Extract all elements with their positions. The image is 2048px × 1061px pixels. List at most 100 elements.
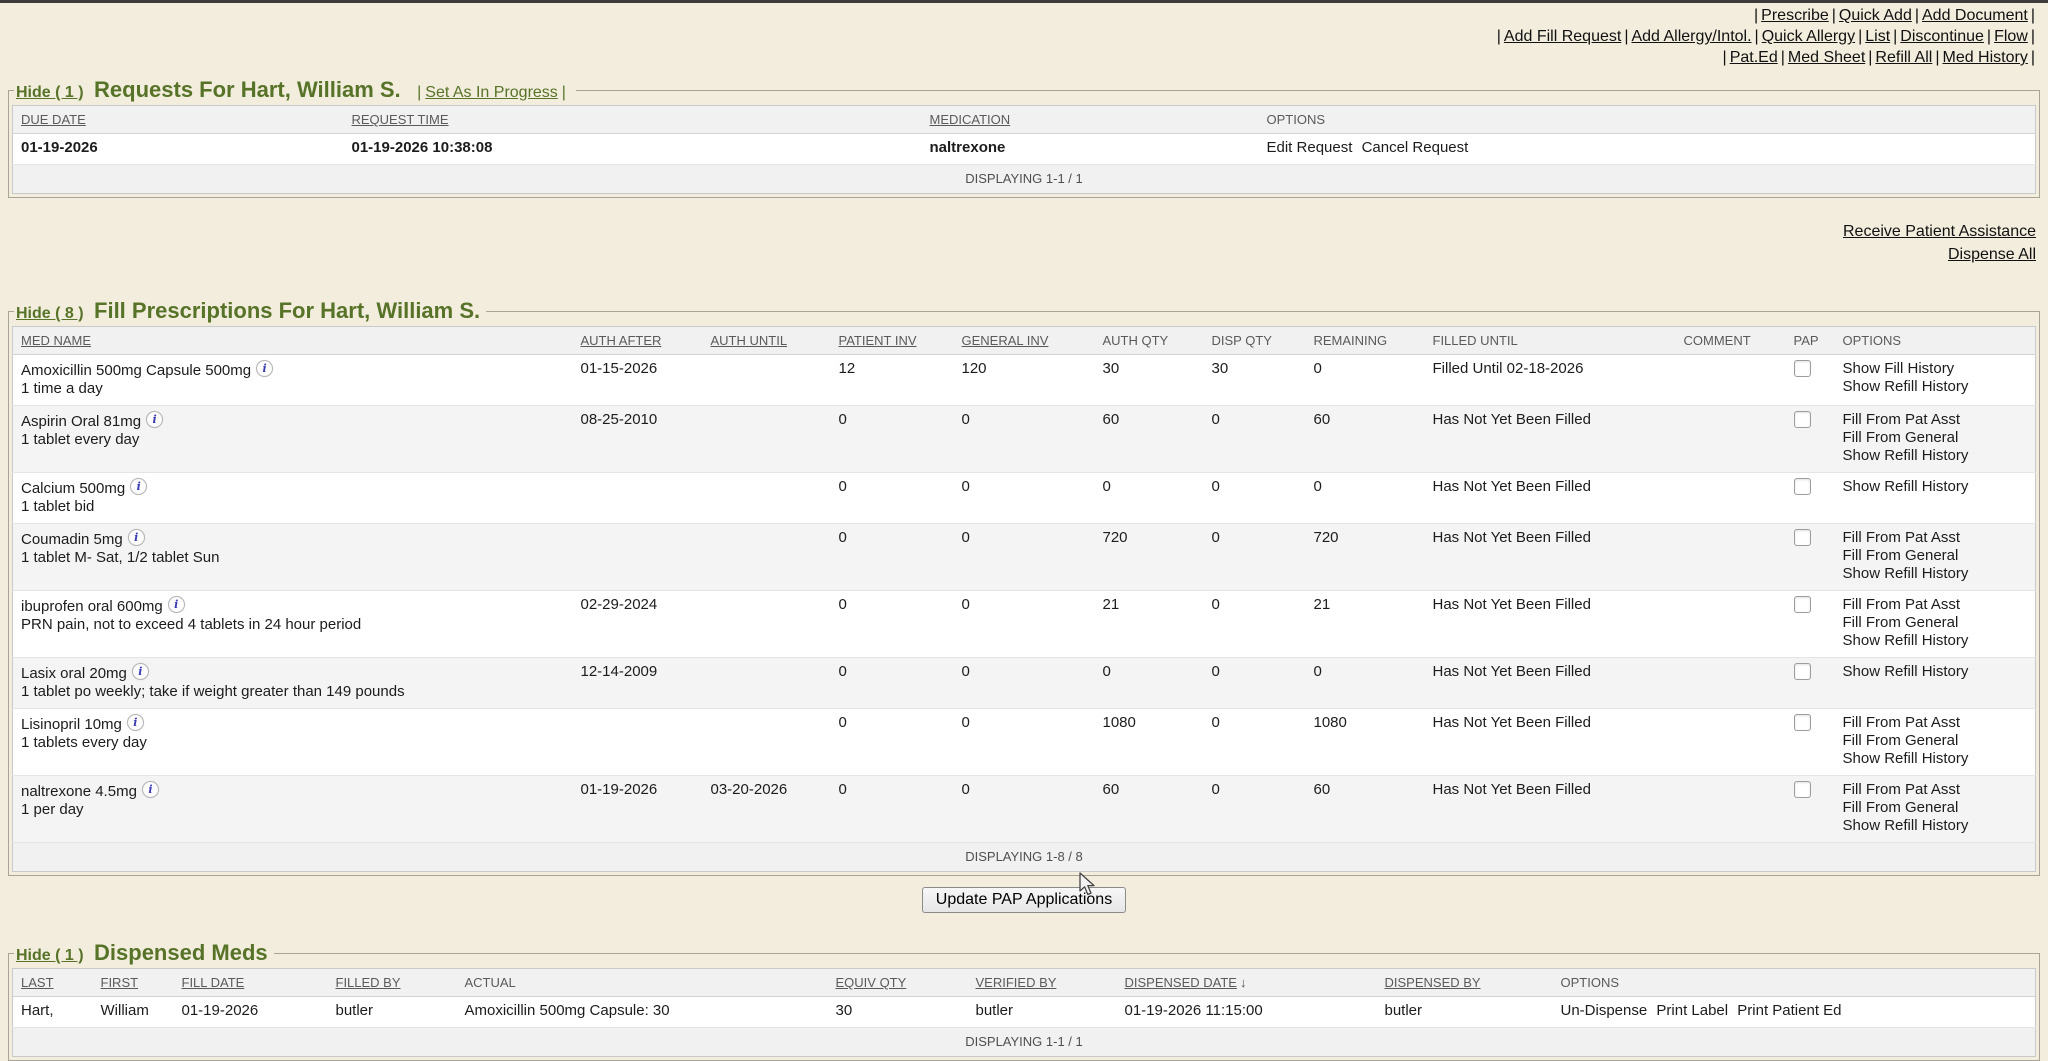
edit-request-link[interactable]: Edit Request xyxy=(1267,139,1353,156)
requests-col-request-time[interactable]: REQUEST TIME xyxy=(344,106,922,134)
set-as-in-progress-link[interactable]: Set As In Progress xyxy=(425,84,558,101)
requests-section-legend: Hide ( 1 ) Requests For Hart, William S.… xyxy=(14,77,576,103)
option-link[interactable]: Fill From General xyxy=(1843,799,2028,817)
nav-link-discontinue[interactable]: Discontinue xyxy=(1900,28,1984,45)
pap-checkbox[interactable] xyxy=(1794,714,1811,731)
pap-checkbox[interactable] xyxy=(1794,478,1811,495)
remaining-cell: 0 xyxy=(1306,658,1425,709)
pap-checkbox[interactable] xyxy=(1794,360,1811,377)
nav-link-prescribe[interactable]: Prescribe xyxy=(1761,7,1829,24)
verified-by-cell: butler xyxy=(968,997,1117,1028)
auth-until-cell xyxy=(703,355,831,406)
requests-col-medication[interactable]: MEDICATION xyxy=(922,106,1259,134)
option-link[interactable]: Show Fill History xyxy=(1843,360,2028,378)
fill-col-general-inv[interactable]: GENERAL INV xyxy=(954,327,1095,355)
patient-inv-cell: 0 xyxy=(831,473,954,524)
pap-checkbox[interactable] xyxy=(1794,411,1811,428)
info-icon[interactable]: i xyxy=(142,781,159,798)
fill-col-patient-inv[interactable]: PATIENT INV xyxy=(831,327,954,355)
sig-text: 1 tablet M- Sat, 1/2 tablet Sun xyxy=(21,549,565,567)
nav-link-list[interactable]: List xyxy=(1865,28,1890,45)
first-name-cell: William xyxy=(93,997,174,1028)
fill-col-med-name[interactable]: MED NAME xyxy=(13,327,573,355)
info-icon[interactable]: i xyxy=(128,529,145,546)
nav-link-pat-ed[interactable]: Pat.Ed xyxy=(1730,49,1778,66)
requests-col-due-date[interactable]: DUE DATE xyxy=(13,106,344,134)
dispensed-section-title: Dispensed Meds xyxy=(94,940,268,965)
dispensed-col-dispensed-date[interactable]: DISPENSED DATE↓ xyxy=(1117,969,1377,997)
auth-qty-cell: 1080 xyxy=(1095,709,1204,776)
nav-link-add-allergy-intol[interactable]: Add Allergy/Intol. xyxy=(1631,28,1751,45)
dispensed-col-fill-date[interactable]: FILL DATE xyxy=(174,969,328,997)
auth-qty-cell: 30 xyxy=(1095,355,1204,406)
dispensed-meds-table: LAST FIRST FILL DATE FILLED BY ACTUAL EQ… xyxy=(12,968,2036,1057)
pap-checkbox[interactable] xyxy=(1794,781,1811,798)
nav-link-add-document[interactable]: Add Document xyxy=(1922,7,2028,24)
auth-after-cell: 01-19-2026 xyxy=(573,776,703,843)
info-icon[interactable]: i xyxy=(168,596,185,613)
nav-link-add-fill-request[interactable]: Add Fill Request xyxy=(1504,28,1621,45)
hide-dispensed-link[interactable]: Hide ( 1 ) xyxy=(16,947,84,964)
info-icon[interactable]: i xyxy=(256,360,273,377)
option-link[interactable]: Show Refill History xyxy=(1843,378,2028,396)
pap-checkbox[interactable] xyxy=(1794,596,1811,613)
option-link[interactable]: Show Refill History xyxy=(1843,565,2028,583)
dispensed-col-dispensed-by[interactable]: DISPENSED BY xyxy=(1377,969,1553,997)
pap-checkbox[interactable] xyxy=(1794,529,1811,546)
nav-link-quick-add[interactable]: Quick Add xyxy=(1839,7,1912,24)
dispensed-displaying-text: DISPLAYING 1-1 / 1 xyxy=(13,1028,2036,1057)
option-link[interactable]: Show Refill History xyxy=(1843,632,2028,650)
pap-checkbox[interactable] xyxy=(1794,663,1811,680)
option-link[interactable]: Show Refill History xyxy=(1843,663,2028,681)
option-link[interactable]: Fill From Pat Asst xyxy=(1843,781,2028,799)
auth-after-cell xyxy=(573,524,703,591)
hide-fill-link[interactable]: Hide ( 8 ) xyxy=(16,305,84,322)
sig-text: 1 tablet every day xyxy=(21,431,565,449)
option-link[interactable]: Show Refill History xyxy=(1843,750,2028,768)
remaining-cell: 1080 xyxy=(1306,709,1425,776)
med-name-cell: Coumadin 5mgi 1 tablet M- Sat, 1/2 table… xyxy=(13,524,573,591)
general-inv-cell: 0 xyxy=(954,658,1095,709)
dispensed-col-first[interactable]: FIRST xyxy=(93,969,174,997)
info-icon[interactable]: i xyxy=(130,478,147,495)
nav-link-quick-allergy[interactable]: Quick Allergy xyxy=(1762,28,1855,45)
hide-requests-link[interactable]: Hide ( 1 ) xyxy=(16,84,84,101)
info-icon[interactable]: i xyxy=(127,714,144,731)
nav-separator: | xyxy=(1893,28,1897,45)
nav-link-flow[interactable]: Flow xyxy=(1994,28,2028,45)
receive-patient-assistance-link[interactable]: Receive Patient Assistance xyxy=(0,220,2036,243)
dispensed-col-equiv-qty[interactable]: EQUIV QTY xyxy=(828,969,968,997)
med-name-cell: Lisinopril 10mgi 1 tablets every day xyxy=(13,709,573,776)
comment-cell xyxy=(1676,658,1786,709)
info-icon[interactable]: i xyxy=(146,411,163,428)
nav-link-med-sheet[interactable]: Med Sheet xyxy=(1788,49,1865,66)
option-link[interactable]: Fill From Pat Asst xyxy=(1843,529,2028,547)
dispense-all-link[interactable]: Dispense All xyxy=(0,243,2036,266)
med-name-cell: Lasix oral 20mgi 1 tablet po weekly; tak… xyxy=(13,658,573,709)
option-link[interactable]: Fill From Pat Asst xyxy=(1843,714,2028,732)
option-link[interactable]: Fill From General xyxy=(1843,547,2028,565)
dispensed-col-filled-by[interactable]: FILLED BY xyxy=(328,969,457,997)
nav-link-med-history[interactable]: Med History xyxy=(1942,49,2027,66)
option-link[interactable]: Fill From General xyxy=(1843,429,2028,447)
dispensed-col-last[interactable]: LAST xyxy=(13,969,93,997)
update-pap-applications-button[interactable]: Update PAP Applications xyxy=(922,887,1126,913)
nav-link-refill-all[interactable]: Refill All xyxy=(1875,49,1932,66)
nav-separator: | xyxy=(1723,49,1727,66)
auth-qty-cell: 720 xyxy=(1095,524,1204,591)
option-link[interactable]: Fill From Pat Asst xyxy=(1843,411,2028,429)
last-name-cell: Hart, xyxy=(13,997,93,1028)
option-link[interactable]: Fill From General xyxy=(1843,614,2028,632)
dispensed-col-verified-by[interactable]: VERIFIED BY xyxy=(968,969,1117,997)
cancel-request-link[interactable]: Cancel Request xyxy=(1362,139,1469,156)
info-icon[interactable]: i xyxy=(132,663,149,680)
fill-col-auth-after[interactable]: AUTH AFTER xyxy=(573,327,703,355)
option-link[interactable]: Show Refill History xyxy=(1843,447,2028,465)
option-link[interactable]: Fill From General xyxy=(1843,732,2028,750)
option-link[interactable]: Show Refill History xyxy=(1843,478,2028,496)
option-link[interactable]: Fill From Pat Asst xyxy=(1843,596,2028,614)
sig-text: 1 tablet po weekly; take if weight great… xyxy=(21,683,565,701)
fill-col-auth-until[interactable]: AUTH UNTIL xyxy=(703,327,831,355)
option-link[interactable]: Show Refill History xyxy=(1843,817,2028,835)
patient-inv-cell: 0 xyxy=(831,406,954,473)
